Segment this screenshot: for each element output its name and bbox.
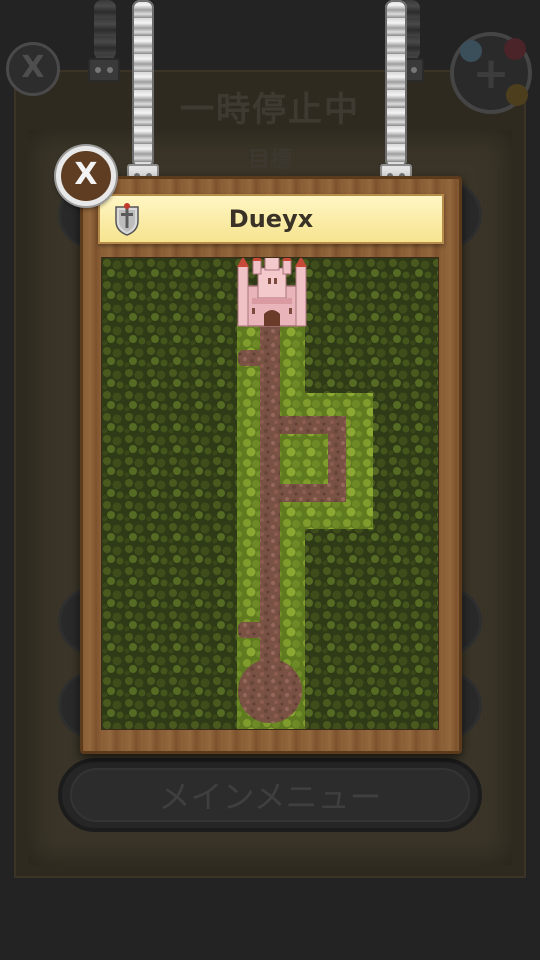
pause-title: 一時停止中 bbox=[180, 90, 360, 130]
level-name-banner: Dueyx bbox=[98, 194, 444, 244]
bg-bracket-left bbox=[88, 58, 120, 82]
close-icon: X bbox=[21, 50, 45, 85]
level-map-svg bbox=[102, 258, 438, 729]
chain-right bbox=[385, 0, 407, 168]
castle-icon bbox=[237, 258, 307, 327]
close-icon: X bbox=[74, 157, 98, 192]
level-name: Dueyx bbox=[228, 205, 314, 233]
level-map bbox=[101, 257, 439, 730]
main-menu-label: メインメニュー bbox=[70, 768, 470, 822]
chain-left bbox=[132, 0, 154, 168]
close-button[interactable]: X bbox=[56, 146, 116, 206]
bg-chain-left bbox=[94, 0, 116, 60]
main-menu-button: メインメニュー bbox=[58, 758, 482, 832]
start-circle bbox=[238, 659, 302, 723]
